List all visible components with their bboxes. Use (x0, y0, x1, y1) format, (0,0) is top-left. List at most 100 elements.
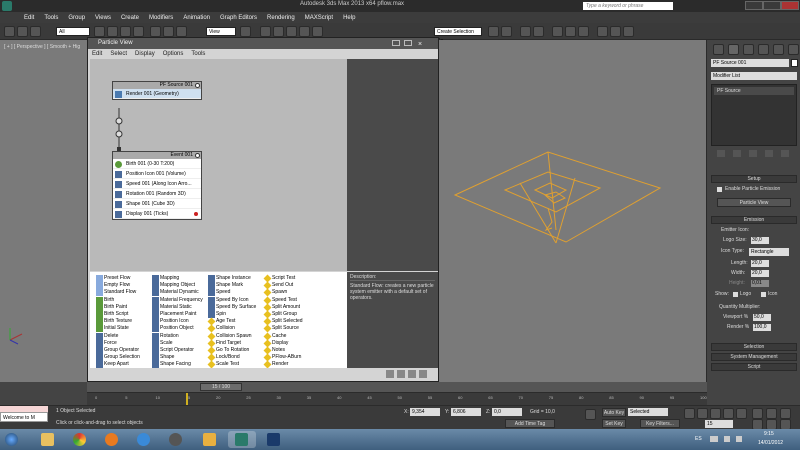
go-to-start-icon[interactable] (684, 408, 695, 419)
minimize-button[interactable] (745, 1, 763, 10)
particle-view-title-bar[interactable]: Particle View × (88, 38, 438, 49)
align-icon[interactable] (501, 26, 512, 37)
event-graph[interactable]: PF Source 001 Render 001 (Geometry) Even… (90, 59, 347, 271)
select-by-name-icon[interactable] (107, 26, 118, 37)
menu-rendering[interactable]: Rendering (267, 15, 295, 21)
language-indicator[interactable]: ES (695, 436, 702, 442)
y-coord-field[interactable]: 6,806 (451, 408, 481, 416)
show-end-result-icon[interactable] (733, 150, 741, 157)
track-bar[interactable]: 0 5 10 15 20 25 30 35 40 45 50 55 60 65 70 75 80 85 90 95 10… (87, 392, 707, 405)
object-name-field[interactable]: PF Source 001 (711, 59, 789, 67)
operator-row[interactable]: Position Icon 001 (Volume) (113, 169, 201, 179)
menu-create[interactable]: Create (121, 15, 139, 21)
percent-snap-icon[interactable] (286, 26, 297, 37)
time-slider[interactable]: 15 / 100 (200, 383, 242, 391)
close-button[interactable] (781, 1, 799, 10)
stack-item-pf-source[interactable]: PF Source (714, 87, 794, 95)
tray-arrow-icon[interactable] (710, 436, 718, 442)
menu-tools[interactable]: Tools (44, 15, 58, 21)
script-rollout[interactable]: Script (711, 363, 797, 371)
select-object-icon[interactable] (94, 26, 105, 37)
render-setup-icon[interactable] (597, 26, 608, 37)
search-input[interactable]: Type a keyword or phrase (583, 2, 673, 10)
zoom-extents-icon[interactable] (419, 370, 427, 378)
length-spinner[interactable]: 20,0 (751, 260, 769, 267)
operator-row[interactable]: Shape 001 (Cube 3D) (113, 199, 201, 209)
object-color-swatch[interactable] (791, 59, 798, 67)
media-player-taskbar-icon[interactable] (98, 431, 126, 448)
photoshop-taskbar-icon[interactable] (260, 431, 288, 448)
zoom-viewport-icon[interactable] (752, 408, 763, 419)
clock-date[interactable]: 14/01/2012 (758, 440, 783, 446)
operator-row[interactable]: Display 001 (Ticks) (113, 209, 201, 219)
app-logo-icon[interactable] (2, 1, 12, 11)
edit-named-sets-icon[interactable] (312, 26, 323, 37)
modifier-list-dropdown[interactable]: Modifier List (711, 72, 797, 80)
hierarchy-tab-icon[interactable] (743, 44, 754, 55)
scale-icon[interactable] (176, 26, 187, 37)
operator-row[interactable]: Birth 001 (0-30 T:200) (113, 159, 201, 169)
menu-modifiers[interactable]: Modifiers (149, 15, 173, 21)
go-to-end-icon[interactable] (736, 408, 747, 419)
operator-depot[interactable]: Preset Flow Empty Flow Standard Flow Birth B… (90, 272, 347, 369)
current-frame-field[interactable]: 15 (705, 420, 733, 428)
layer-manager-icon[interactable] (520, 26, 531, 37)
pv-menu-display[interactable]: Display (135, 51, 155, 57)
graphite-icon[interactable] (533, 26, 544, 37)
network-icon[interactable] (724, 436, 730, 442)
redo-icon[interactable] (17, 26, 28, 37)
rotate-icon[interactable] (163, 26, 174, 37)
chrome-taskbar-icon[interactable] (66, 431, 94, 448)
logo-size-spinner[interactable]: 30,0 (751, 237, 769, 244)
width-spinner[interactable]: 20,0 (751, 270, 769, 277)
zoom-icon[interactable] (397, 370, 405, 378)
create-tab-icon[interactable] (713, 44, 724, 55)
zoom-extents-all-icon[interactable] (780, 408, 791, 419)
operator-row[interactable]: Speed 001 (Along Icon Arro... (113, 179, 201, 189)
render-percent-spinner[interactable]: 100,0 (753, 324, 771, 331)
viewport-percent-spinner[interactable]: 50,0 (753, 314, 771, 321)
pf-source-emitter[interactable] (453, 151, 662, 244)
display-color-swatch[interactable] (194, 212, 198, 216)
parameters-panel[interactable] (347, 59, 438, 271)
mirror-icon[interactable] (488, 26, 499, 37)
show-logo-checkbox[interactable] (733, 292, 738, 297)
pv-menu-tools[interactable]: Tools (191, 51, 205, 57)
zoom-region-icon[interactable] (408, 370, 416, 378)
make-unique-icon[interactable] (749, 150, 757, 157)
move-icon[interactable] (150, 26, 161, 37)
show-icon-checkbox[interactable] (761, 292, 766, 297)
set-key-button[interactable]: Set Key (602, 419, 626, 428)
menu-maxscript[interactable]: MAXScript (305, 15, 333, 21)
render-production-icon[interactable] (623, 26, 634, 37)
selection-rollout[interactable]: Selection (711, 343, 797, 351)
menu-edit[interactable]: Edit (24, 15, 34, 21)
pv-minimize-button[interactable] (392, 40, 400, 46)
spinner-snap-icon[interactable] (299, 26, 310, 37)
clock-time[interactable]: 9:15 (764, 431, 774, 437)
previous-frame-icon[interactable] (697, 408, 708, 419)
schematic-view-icon[interactable] (565, 26, 576, 37)
pv-menu-select[interactable]: Select (110, 51, 127, 57)
viewport-label[interactable]: [ + ] [ Perspective ] [ Smooth + Hig (4, 44, 80, 50)
next-frame-icon[interactable] (723, 408, 734, 419)
event-node[interactable]: Event 001 Birth 001 (0-30 T:200) Positio… (112, 151, 202, 220)
utilities-tab-icon[interactable] (788, 44, 799, 55)
particle-view-button[interactable]: Particle View (717, 198, 791, 207)
angle-snap-icon[interactable] (273, 26, 284, 37)
curve-editor-icon[interactable] (552, 26, 563, 37)
modify-tab-icon[interactable] (728, 44, 739, 55)
system-management-rollout[interactable]: System Management (711, 353, 797, 361)
setup-rollout[interactable]: Setup (711, 175, 797, 183)
display-tab-icon[interactable] (773, 44, 784, 55)
motion-tab-icon[interactable] (758, 44, 769, 55)
enable-emission-checkbox[interactable] (717, 187, 722, 192)
zoom-all-icon[interactable] (766, 408, 777, 419)
pan-icon[interactable] (386, 370, 394, 378)
time-slider-track[interactable]: 15 / 100 (87, 382, 707, 392)
event-light-bulb-icon[interactable] (195, 153, 200, 158)
rendered-frame-icon[interactable] (610, 26, 621, 37)
reference-coord-dropdown[interactable]: View (206, 27, 236, 36)
selected-dropdown[interactable]: Selected (628, 408, 668, 416)
x-coord-field[interactable]: 9,354 (410, 408, 440, 416)
